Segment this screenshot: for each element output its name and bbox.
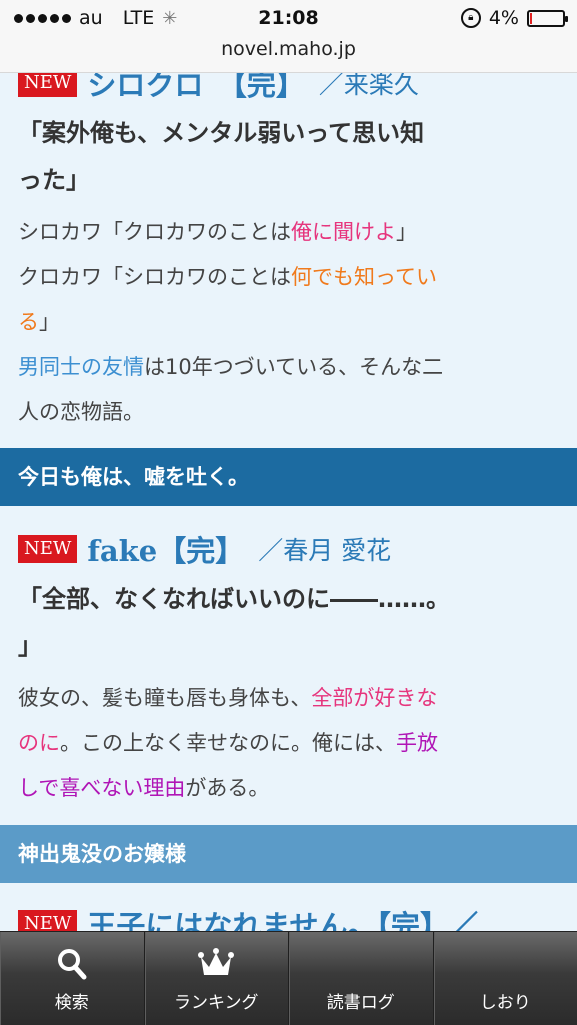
catch-copy-line: 「全部、なくなればいいのに――……。 [18,576,559,623]
tab-bookmark[interactable]: しおり [434,932,577,1025]
tab-label: 読書ログ [289,988,433,1013]
summary-line: 男同士の友情は10年つづいている、そんな二 [18,345,559,390]
tab-search[interactable]: 検索 [0,932,145,1025]
section-header: 今日も俺は、嘘を吐く。 [0,448,577,506]
summary-highlight: る [18,310,39,334]
url-domain: novel.maho.jp [221,38,356,60]
entry-header: NEW シロクロ 【完】 ／来楽久 [18,73,559,106]
catch-copy: 「全部、なくなればいいのに――……。 」 [18,576,559,670]
summary-text: 」 [396,220,417,244]
author-link[interactable]: ／来楽久 [319,73,419,101]
summary-highlight: のに [18,731,60,755]
summary-line: シロカワ「クロカワのことは俺に聞けよ」 [18,210,559,255]
section-header: 神出鬼没のお嬢様 [0,825,577,883]
summary-text: 彼女の、髪も瞳も唇も身体も、 [18,686,311,710]
tab-label: ランキング [145,988,289,1013]
entry-summary: シロカワ「クロカワのことは俺に聞けよ」 クロカワ「シロカワのことは何でも知ってい… [18,210,559,435]
summary-text: クロカワ「シロカワのことは [18,265,291,289]
author-link[interactable]: ／春月 愛花 [258,531,391,567]
tab-ranking[interactable]: ランキング [145,932,290,1025]
entry-header: NEW 王子にはなれません。【完】／ [18,901,559,931]
novel-entry: NEW シロクロ 【完】 ／来楽久 「案外俺も、メンタル弱いって思い知 った」 … [0,73,577,435]
novel-entry: NEW fake【完】 ／春月 愛花 「全部、なくなればいいのに――……。 」 … [0,506,577,811]
novel-title-link[interactable]: 王子にはなれません。【完】／ [87,903,478,931]
novel-title-link[interactable]: シロクロ 【完】 [87,73,305,104]
summary-line: しで喜べない理由がある。 [18,766,559,811]
battery-percentage: 4% [489,7,519,29]
new-badge: NEW [18,73,77,97]
battery-level-fill [530,13,532,24]
battery-icon [527,10,565,27]
novel-entry: NEW 王子にはなれません。【完】／ [0,883,577,931]
summary-text: がある。 [185,776,269,800]
summary-highlight: しで喜べない理由 [18,776,185,800]
summary-text: 」 [39,310,60,334]
summary-highlight: 男同士の友情 [18,355,144,379]
summary-line: クロカワ「シロカワのことは何でも知ってい [18,255,559,300]
tab-reading-log[interactable]: 読書ログ [289,932,434,1025]
catch-copy-line: 「案外俺も、メンタル弱いって思い知 [18,110,559,157]
summary-highlight: 何でも知ってい [291,265,437,289]
summary-line: る」 [18,300,559,345]
search-icon [0,946,144,982]
summary-highlight: 手放 [396,731,438,755]
page-content[interactable]: NEW シロクロ 【完】 ／来楽久 「案外俺も、メンタル弱いって思い知 った」 … [0,73,577,931]
entry-summary: 彼女の、髪も瞳も唇も身体も、全部が好きな のに。この上なく幸せなのに。俺には、手… [18,676,559,811]
summary-highlight: 俺に聞けよ [291,220,396,244]
summary-highlight: 全部が好きな [311,686,437,710]
entry-header: NEW fake【完】 ／春月 愛花 [18,526,559,572]
catch-copy: 「案外俺も、メンタル弱いって思い知 った」 [18,110,559,204]
summary-text: シロカワ「クロカワのことは [18,220,291,244]
summary-line: 人の恋物語。 [18,390,559,435]
status-bar: au LTE ✳ 21:08 🔒︎ 4% [0,0,577,36]
new-badge: NEW [18,910,77,931]
bottom-tab-bar: 検索 ランキング 読書ログ しおり [0,931,577,1025]
catch-copy-line: 」 [18,623,559,670]
summary-text: 。この上なく幸せなのに。俺には、 [60,731,396,755]
catch-copy-line: った」 [18,157,559,204]
tab-label: 検索 [0,988,144,1013]
summary-line: 彼女の、髪も瞳も唇も身体も、全部が好きな [18,676,559,721]
summary-line: のに。この上なく幸せなのに。俺には、手放 [18,721,559,766]
address-bar[interactable]: novel.maho.jp [0,36,577,73]
novel-title-link[interactable]: fake【完】 [87,528,244,570]
new-badge: NEW [18,535,77,563]
crown-icon [145,946,289,982]
system-indicators: 🔒︎ 4% [461,7,565,29]
tab-label: しおり [434,988,577,1013]
rotation-lock-icon: 🔒︎ [461,8,481,28]
summary-text: は10年つづいている、そんな二 [144,355,443,379]
